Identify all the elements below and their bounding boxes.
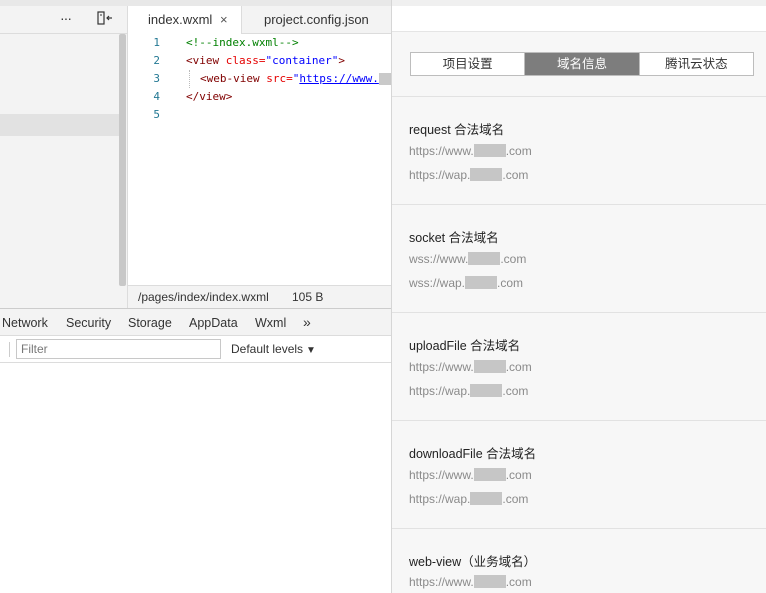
code-url: https://www. <box>299 72 379 85</box>
redacted-block <box>468 252 501 266</box>
tab-label: index.wxml <box>148 12 213 27</box>
line-number: 1 <box>153 36 160 49</box>
file-path: /pages/index/index.wxml <box>138 290 269 304</box>
redacted-block <box>473 575 506 589</box>
tab-index-wxml[interactable]: index.wxml × <box>128 6 242 35</box>
file-size: 105 B <box>292 290 324 304</box>
domain-section-downloadfile: downloadFile 合法域名 https://www. .com https… <box>392 421 766 529</box>
redacted-block <box>470 492 503 506</box>
domain-section-uploadfile: uploadFile 合法域名 https://www. .com https:/… <box>392 313 766 421</box>
tab-wxml[interactable]: Wxml <box>255 309 286 336</box>
tab-project-config[interactable]: project.config.json <box>244 6 392 34</box>
code-tag: <web-view <box>200 72 267 85</box>
log-levels-label: Default levels <box>231 342 304 356</box>
redacted-block <box>465 276 498 290</box>
tab-project-settings[interactable]: 项目设置 <box>411 53 526 75</box>
redacted-block <box>473 468 506 482</box>
tab-security[interactable]: Security <box>66 309 111 336</box>
redacted-block <box>473 360 506 374</box>
redacted-block <box>470 168 503 182</box>
tab-tencent-cloud-status[interactable]: 腾讯云状态 <box>640 53 753 75</box>
panel-header <box>392 6 766 32</box>
panel-segmented-tabs: 项目设置 域名信息 腾讯云状态 <box>410 52 754 76</box>
editor-status-bar: /pages/index/index.wxml 105 B <box>128 285 392 308</box>
chevron-down-icon: ▼ <box>306 345 316 356</box>
more-tabs-icon[interactable]: » <box>303 309 311 335</box>
code-text: <web-view src="https://www. <box>200 70 392 88</box>
section-title: downloadFile 合法域名 <box>409 447 537 461</box>
file-tree-scrollbar[interactable] <box>119 34 126 286</box>
more-options-icon[interactable]: ··· <box>60 10 72 26</box>
dock-left-icon[interactable] <box>97 11 113 25</box>
domain-entry: wss://www. .com <box>409 252 527 266</box>
redacted-block <box>470 384 503 398</box>
domain-section-webview: web-view（业务域名） https://www. .com <box>392 529 766 593</box>
tab-label: project.config.json <box>264 12 369 27</box>
tab-domain-info[interactable]: 域名信息 <box>525 53 640 75</box>
project-details-panel: 项目设置 域名信息 腾讯云状态 request 合法域名 https://www… <box>391 0 766 593</box>
toolbar-divider <box>9 342 10 357</box>
filter-input[interactable] <box>16 339 221 359</box>
domain-section-request: request 合法域名 https://www. .com https://wa… <box>392 97 766 205</box>
domain-entry: wss://wap. .com <box>409 276 524 290</box>
code-line: 2 <view class="container"> <box>128 52 345 70</box>
code-text: </view> <box>186 90 233 103</box>
code-string: "container" <box>265 54 339 67</box>
section-title: request 合法域名 <box>409 123 505 137</box>
code-tag: > <box>338 54 345 67</box>
tab-appdata[interactable]: AppData <box>189 309 238 336</box>
code-text: <view class="container"> <box>186 52 345 70</box>
domain-entry: https://wap. .com <box>409 168 529 182</box>
code-line: 4 </view> <box>128 88 232 106</box>
file-tree-toolbar: ··· <box>0 6 127 34</box>
domain-entry: https://www. .com <box>409 575 532 589</box>
section-title: socket 合法域名 <box>409 231 499 245</box>
domain-entry: https://www. .com <box>409 468 532 482</box>
domain-entry: https://www. .com <box>409 360 532 374</box>
tab-network[interactable]: Network <box>2 309 48 336</box>
line-number: 5 <box>153 108 160 121</box>
console-toolbar: Default levels▼ <box>0 336 392 363</box>
console-output[interactable] <box>0 363 392 593</box>
code-line: 3 <web-view src="https://www. <box>128 70 392 88</box>
line-number: 3 <box>153 72 160 85</box>
file-tree-selected-row[interactable] <box>0 114 120 136</box>
tab-storage[interactable]: Storage <box>128 309 172 336</box>
line-number: 2 <box>153 54 160 67</box>
indent-guide <box>189 70 190 88</box>
editor-tab-bar: index.wxml × project.config.json <box>128 6 392 35</box>
file-tree-panel: ··· <box>0 6 128 308</box>
code-line: 5 <box>128 106 160 124</box>
domain-entry: https://wap. .com <box>409 384 529 398</box>
domain-entry: https://wap. .com <box>409 492 529 506</box>
domain-entry: https://www. .com <box>409 144 532 158</box>
code-editor[interactable]: 1 <!--index.wxml--> 2 <view class="conta… <box>128 34 392 285</box>
section-title: uploadFile 合法域名 <box>409 339 521 353</box>
devtools-tab-bar: Network Security Storage AppData Wxml » <box>0 308 392 336</box>
log-levels-dropdown[interactable]: Default levels ▼ <box>231 336 316 364</box>
close-icon[interactable]: × <box>220 6 228 34</box>
redacted-block <box>473 144 506 158</box>
code-attr: src= <box>266 72 293 85</box>
domain-section-socket: socket 合法域名 wss://www. .com wss://wap. .co… <box>392 205 766 313</box>
code-attr: class= <box>225 54 266 67</box>
code-text: <!--index.wxml--> <box>186 36 299 49</box>
code-tag: <view <box>186 54 226 67</box>
section-title: web-view（业务域名） <box>409 555 537 569</box>
code-line: 1 <!--index.wxml--> <box>128 34 298 52</box>
line-number: 4 <box>153 90 160 103</box>
